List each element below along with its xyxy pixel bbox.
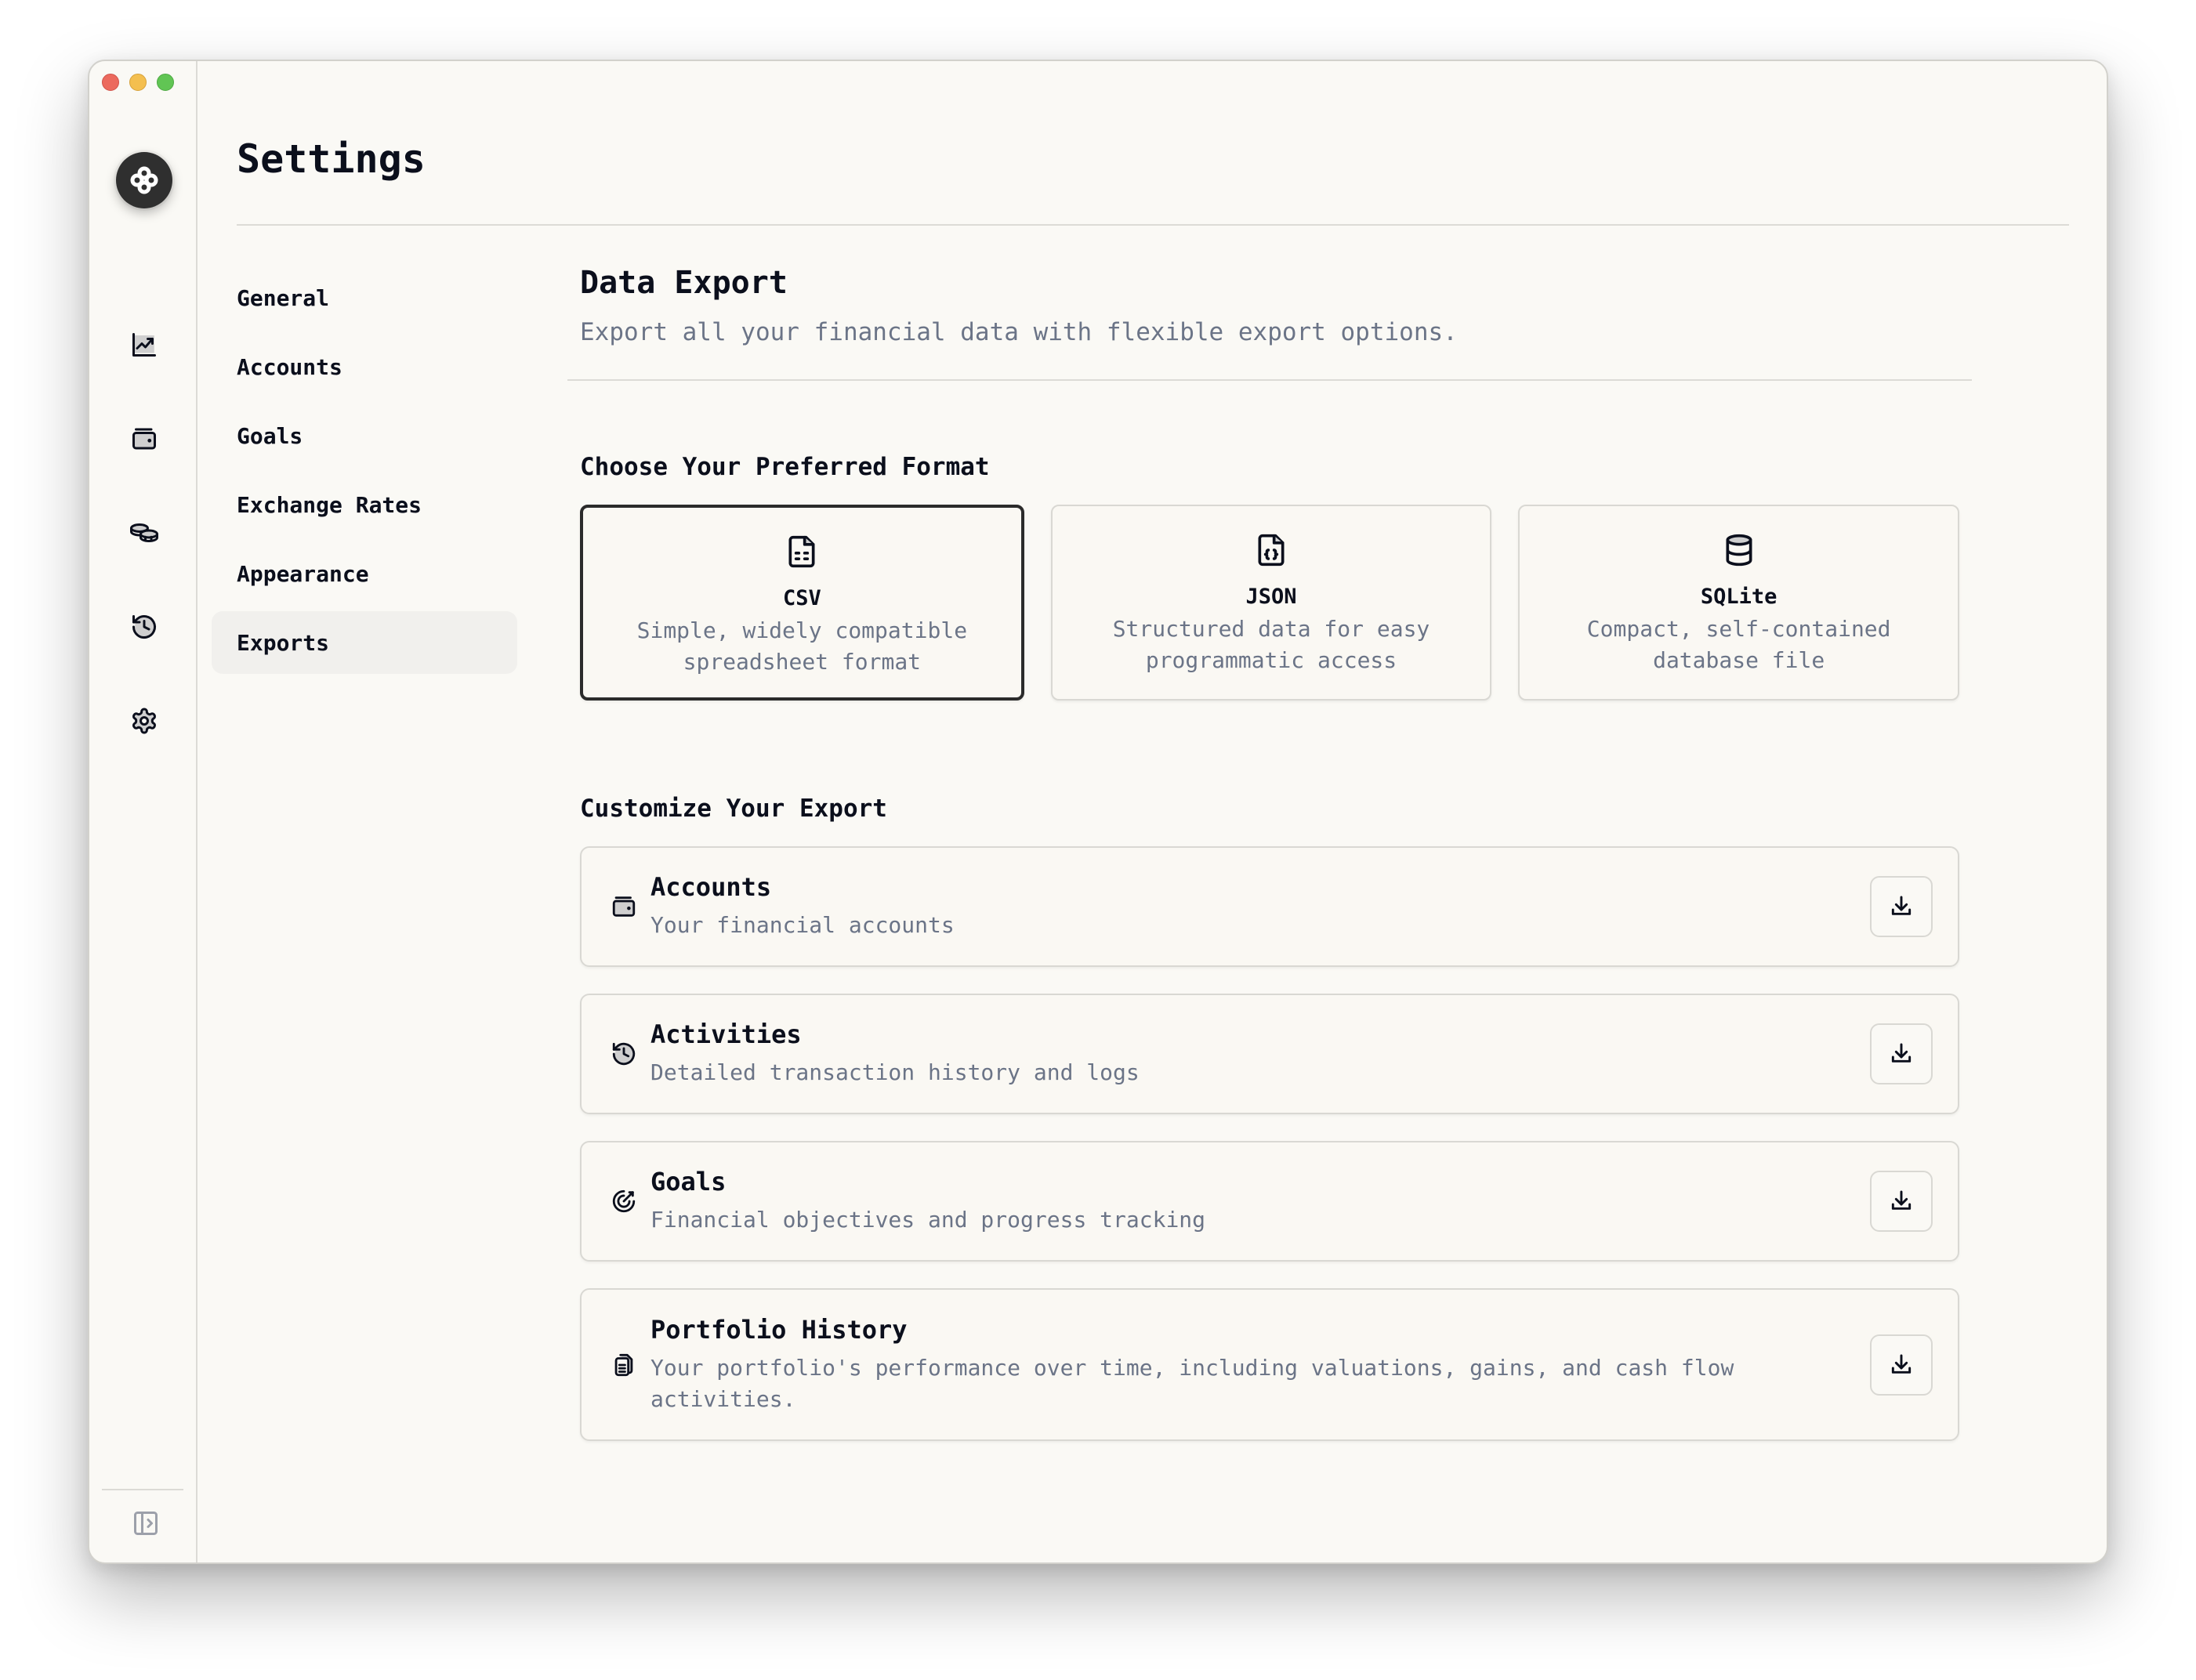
export-description: Detailed transaction history and logs <box>650 1059 1140 1085</box>
export-title: Accounts <box>650 872 772 902</box>
format-options: CSV Simple, widely compatible spreadshee… <box>580 505 1960 701</box>
content-divider <box>567 379 1972 381</box>
wallet-icon <box>132 428 156 450</box>
page-title: Settings <box>237 136 426 182</box>
format-card-sqlite[interactable]: SQLite Compact, self-contained database … <box>1518 505 1960 701</box>
history-icon <box>132 615 156 639</box>
rail-item-dashboard[interactable] <box>127 328 161 362</box>
app-window: Settings General Accounts Goals Exchange… <box>88 60 2108 1564</box>
export-row-activities: Activities Detailed transaction history … <box>580 994 1959 1114</box>
export-row-portfolio-history: Portfolio History Your portfolio's perfo… <box>580 1288 1959 1441</box>
download-icon <box>1891 1043 1912 1063</box>
format-card-csv[interactable]: CSV Simple, widely compatible spreadshee… <box>580 505 1024 701</box>
export-description: Your portfolio's performance over time, … <box>650 1354 1734 1412</box>
export-title: Goals <box>650 1167 727 1197</box>
download-portfolio-history-button[interactable] <box>1870 1334 1933 1396</box>
download-goals-button[interactable] <box>1870 1171 1933 1232</box>
format-description: Simple, widely compatible spreadsheet fo… <box>636 617 968 675</box>
app-logo[interactable] <box>116 152 172 208</box>
history-icon <box>612 1042 636 1066</box>
rail-item-holdings[interactable] <box>127 516 161 550</box>
file-json-icon <box>1258 534 1285 567</box>
app-logo-icon <box>130 166 158 194</box>
export-description: Financial objectives and progress tracki… <box>650 1207 1206 1233</box>
header-divider <box>237 224 2069 226</box>
nav-item-exports[interactable]: Exports <box>212 611 517 674</box>
export-row-goals: Goals Financial objectives and progress … <box>580 1141 1959 1262</box>
nav-item-accounts[interactable]: Accounts <box>212 335 517 398</box>
nav-item-exchange-rates[interactable]: Exchange Rates <box>212 473 517 536</box>
format-description: Structured data for easy programmatic ac… <box>1112 616 1430 673</box>
download-icon <box>1891 1190 1912 1210</box>
files-icon <box>614 1353 633 1376</box>
section-subtitle: Export all your financial data with flex… <box>580 318 1458 346</box>
file-spreadsheet-icon <box>788 535 815 568</box>
database-icon <box>1726 534 1752 567</box>
export-description: Your financial accounts <box>650 912 955 938</box>
download-activities-button[interactable] <box>1870 1023 1933 1084</box>
sidebar-expand-icon <box>134 1512 158 1535</box>
icon-rail <box>89 61 197 1562</box>
download-accounts-button[interactable] <box>1870 876 1933 937</box>
customize-heading: Customize Your Export <box>580 795 887 823</box>
rail-item-settings[interactable] <box>127 704 161 738</box>
nav-item-general[interactable]: General <box>212 266 517 329</box>
section-title: Data Export <box>580 265 788 301</box>
format-name: CSV <box>782 586 821 610</box>
export-title: Portfolio History <box>650 1314 908 1345</box>
export-list: Accounts Your financial accounts Activit… <box>580 846 1959 1441</box>
goal-target-icon <box>612 1189 636 1213</box>
wallet-icon <box>612 896 636 917</box>
format-heading: Choose Your Preferred Format <box>580 453 990 481</box>
download-icon <box>1891 1354 1912 1374</box>
format-description: Compact, self-contained database file <box>1586 616 1891 673</box>
nav-item-appearance[interactable]: Appearance <box>212 542 517 605</box>
data-export-panel: Data Export Export all your financial da… <box>567 265 1975 1468</box>
export-row-accounts: Accounts Your financial accounts <box>580 846 1959 967</box>
download-icon <box>1891 896 1912 915</box>
rail-item-accounts[interactable] <box>127 422 161 456</box>
coins-icon <box>130 523 158 542</box>
format-name: SQLite <box>1700 585 1777 609</box>
gear-icon <box>132 708 156 734</box>
sidebar-toggle-button[interactable] <box>130 1508 161 1539</box>
chart-line-icon <box>132 333 156 357</box>
settings-nav: General Accounts Goals Exchange Rates Ap… <box>212 266 517 680</box>
rail-divider <box>102 1489 183 1490</box>
rail-item-activities[interactable] <box>127 610 161 644</box>
format-name: JSON <box>1245 585 1297 609</box>
export-title: Activities <box>650 1019 802 1049</box>
nav-item-goals[interactable]: Goals <box>212 404 517 467</box>
format-card-json[interactable]: JSON Structured data for easy programmat… <box>1050 505 1492 701</box>
